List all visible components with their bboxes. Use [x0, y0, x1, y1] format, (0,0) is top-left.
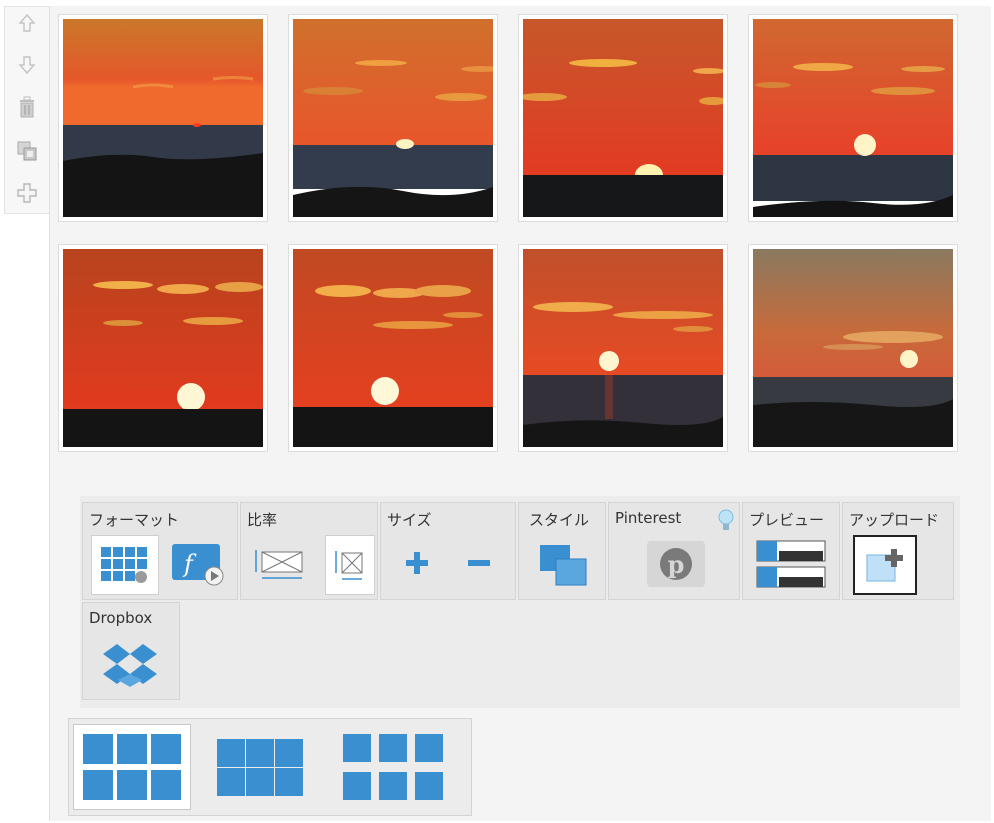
flash-format-button[interactable]: f	[169, 539, 227, 589]
sunset-photo-3[interactable]	[518, 14, 728, 222]
plus-icon	[406, 552, 428, 574]
style-button[interactable]	[535, 541, 591, 589]
size-group: サイズ	[380, 502, 516, 600]
sunset-photo-4[interactable]	[748, 14, 958, 222]
format-label: フォーマット	[89, 511, 180, 529]
add-icon[interactable]	[15, 181, 39, 205]
ratio-group: 比率	[240, 502, 378, 600]
duplicate-icon[interactable]	[15, 139, 39, 163]
grid-format-button[interactable]	[91, 535, 159, 595]
preview-group: プレビュー	[742, 502, 840, 600]
sunset-photo-6[interactable]	[288, 244, 498, 452]
layout-option-2[interactable]	[201, 724, 319, 810]
move-up-icon[interactable]	[15, 11, 39, 35]
size-decrease-button[interactable]	[463, 545, 495, 581]
format-group: フォーマット f	[82, 502, 238, 600]
grid-3x2-spaced-icon	[343, 734, 443, 800]
ratio-square-icon	[335, 551, 363, 580]
upload-group: アップロード	[842, 502, 954, 600]
pinterest-icon: p	[647, 541, 705, 587]
move-down-icon[interactable]	[15, 53, 39, 77]
pinterest-label: Pinterest	[615, 509, 682, 527]
layout-option-1[interactable]	[73, 724, 191, 810]
sunset-photo-1[interactable]	[58, 14, 268, 222]
sunset-photo-8[interactable]	[748, 244, 958, 452]
dropbox-group: Dropbox	[82, 602, 180, 700]
dropbox-button[interactable]	[99, 637, 161, 693]
upload-label: アップロード	[849, 511, 940, 529]
side-toolbar	[4, 6, 49, 214]
layout-selector	[68, 718, 472, 816]
preview-label: プレビュー	[749, 511, 825, 529]
size-label: サイズ	[387, 511, 432, 529]
dropbox-icon	[103, 644, 157, 687]
ratio-square-button[interactable]	[325, 535, 375, 595]
grid-3x2-gap-icon	[83, 734, 181, 800]
ratio-landscape-icon	[255, 550, 303, 579]
pinterest-button[interactable]: p	[647, 539, 705, 589]
dropbox-label: Dropbox	[89, 609, 153, 627]
ratio-label: 比率	[247, 511, 278, 529]
ratio-landscape-button[interactable]	[251, 541, 309, 587]
upload-icon	[866, 549, 903, 582]
editor-panel: フォーマット f 比率 サイズ スタイル Pinterest p プレビュー ア…	[49, 6, 991, 821]
trash-icon[interactable]	[15, 95, 39, 119]
upload-button[interactable]	[853, 535, 917, 595]
flash-format-icon: f	[172, 544, 224, 586]
preview-button[interactable]	[753, 537, 829, 591]
style-group: スタイル	[518, 502, 606, 600]
sunset-photo-7[interactable]	[518, 244, 728, 452]
pinterest-group: Pinterest p	[608, 502, 740, 600]
lightbulb-icon[interactable]	[715, 507, 737, 535]
tools-panel: フォーマット f 比率 サイズ スタイル Pinterest p プレビュー ア…	[80, 496, 960, 708]
grid-format-icon	[101, 547, 147, 583]
size-increase-button[interactable]	[401, 545, 433, 581]
grid-3x2-tight-icon	[217, 739, 303, 796]
style-label: スタイル	[529, 511, 590, 529]
preview-icon	[756, 540, 826, 588]
sunset-photo-2[interactable]	[288, 14, 498, 222]
svg-text:p: p	[668, 550, 685, 579]
style-icon	[540, 545, 587, 586]
sunset-photo-5[interactable]	[58, 244, 268, 452]
minus-icon	[468, 560, 490, 566]
layout-option-3[interactable]	[333, 724, 451, 810]
